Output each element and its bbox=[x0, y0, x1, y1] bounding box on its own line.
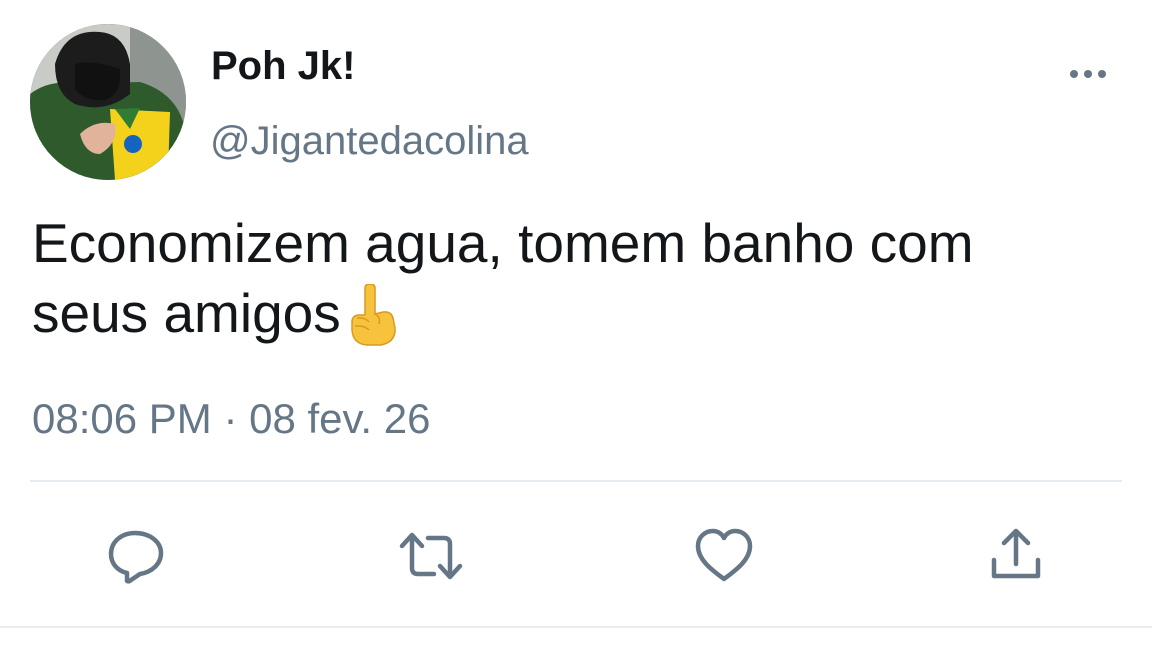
share-button[interactable] bbox=[986, 526, 1046, 586]
reply-icon bbox=[108, 530, 164, 584]
tweet-time: 08:06 PM bbox=[32, 395, 212, 442]
display-name[interactable]: Poh Jk! bbox=[211, 42, 355, 90]
like-button[interactable] bbox=[694, 526, 754, 586]
tweet-text: Economizem agua, tomem banho com seus am… bbox=[32, 208, 1122, 362]
share-icon bbox=[991, 528, 1041, 579]
tweet-text-line-2: seus amigos bbox=[32, 278, 1122, 362]
tweet-text-line-2-words: seus amigos bbox=[32, 282, 341, 344]
more-options-icon[interactable] bbox=[1064, 60, 1112, 88]
divider bbox=[30, 480, 1122, 482]
tweet-date: 08 fev. 26 bbox=[249, 395, 431, 442]
tweet-text-line-1: Economizem agua, tomem banho com bbox=[32, 212, 974, 274]
user-handle[interactable]: @Jigantedacolina bbox=[210, 117, 529, 165]
retweet-icon bbox=[399, 532, 463, 580]
retweet-button[interactable] bbox=[398, 526, 463, 586]
tweet-timestamp[interactable]: 08:06 PM · 08 fev. 26 bbox=[32, 394, 430, 444]
meta-separator: · bbox=[223, 395, 238, 442]
reply-button[interactable] bbox=[106, 526, 166, 586]
avatar[interactable] bbox=[30, 24, 186, 180]
like-icon bbox=[695, 528, 753, 582]
pointing-up-emoji-icon bbox=[347, 283, 399, 362]
bottom-divider bbox=[0, 626, 1152, 628]
